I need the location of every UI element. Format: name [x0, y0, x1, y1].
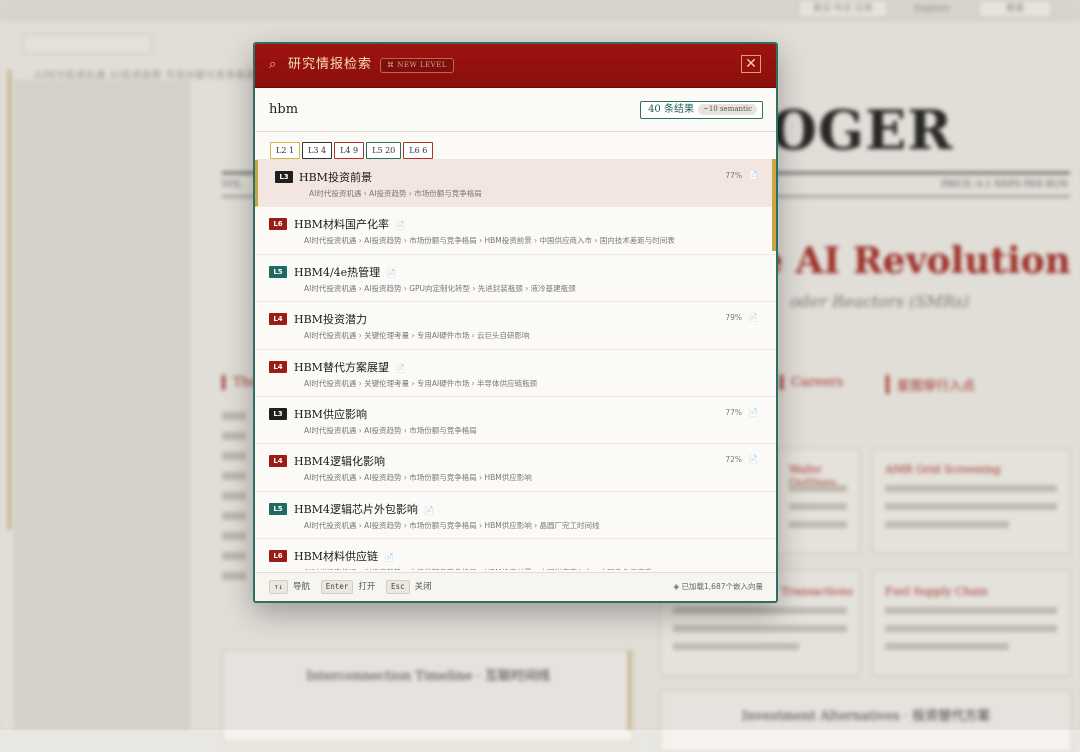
level-badge: L5 [269, 502, 287, 515]
similarity-score-wrap: 72% 📄 [725, 455, 758, 464]
result-title-wrap: HBM4逻辑芯片外包影响 📄 [294, 501, 434, 517]
enter-key: Enter [320, 580, 354, 594]
similarity-score: 77% [725, 407, 743, 417]
modal-footer: ↑↓ 导航 Enter 打开 Esc 关闭 ◈ 已加载1,687个嵌入向量 [255, 572, 776, 601]
result-path: AI时代投资机遇 › 关键伦理考量 › 专用AI硬件市场 › 云巨头自研影响 [304, 331, 530, 341]
result-row[interactable]: L4 HBM替代方案展望 📄 AI时代投资机遇 › 关键伦理考量 › 专用AI硬件市场… [255, 349, 776, 397]
search-icon: ⌕ [269, 57, 277, 72]
level-badge: L6 [269, 218, 287, 231]
result-count: 40 条结果 [648, 104, 694, 115]
result-path: AI时代投资机遇 › AI投资趋势 › 市场份额与竞争格局 [304, 425, 477, 435]
similarity-score: 72% [725, 455, 743, 465]
result-path: AI时代投资机遇 › AI投资趋势 › GPU向定制化转型 › 先进封装瓶颈 ›… [304, 283, 576, 293]
similarity-score: 79% [725, 313, 743, 323]
close-button[interactable]: ✕ [741, 55, 761, 73]
result-title: HBM投资前景 [299, 171, 372, 184]
level-filters: L2 1 L3 4 L4 9 L5 20 L6 6 [270, 138, 435, 159]
result-path: AI时代投资机遇 › AI投资趋势 › 市场份额与竞争格局 › HBM供应影响 … [304, 520, 600, 530]
result-path: AI时代投资机遇 › AI投资趋势 › 市场份额与竞争格局 › HBM投资前景 … [304, 236, 675, 246]
document-icon: 📄 [386, 268, 397, 278]
result-title: HBM投资潜力 [294, 313, 367, 327]
search-bar: 40 条结果~10 semantic [255, 88, 776, 132]
document-icon: 📄 [748, 455, 758, 465]
open-hint: 打开 [358, 582, 376, 592]
result-path: AI时代投资机遇 › AI投资趋势 › 市场份额与竞争格局 [309, 189, 482, 198]
nav-key: ↑↓ [269, 580, 289, 594]
document-icon: 📄 [748, 407, 758, 417]
similarity-score-wrap: 77% 📄 [725, 171, 758, 180]
result-title-wrap: HBM替代方案展望 📄 [294, 359, 405, 375]
semantic-badge: ~10 semantic [697, 104, 757, 115]
result-count-badge: 40 条结果 ~10 semantic [640, 101, 763, 119]
result-row[interactable]: L4 HBM投资潜力 AI时代投资机遇 › 关键伦理考量 › 专用AI硬件市场 › … [255, 302, 776, 350]
esc-key: Esc [386, 580, 410, 594]
embedding-status: ◈ 已加载1,687个嵌入向量 [673, 582, 763, 591]
result-row[interactable]: L6 HBM材料供应链 📄 AI时代投资机遇 › AI投资趋势 › 市场份额与竞争格局… [255, 539, 776, 570]
result-title: HBM供应影响 [294, 407, 367, 421]
shortcut-hints: ↑↓ 导航 Enter 打开 Esc 关闭 [269, 580, 440, 594]
document-icon: 📄 [423, 505, 434, 515]
document-icon: 📄 [383, 553, 394, 563]
result-title-wrap: HBM材料供应链 📄 [294, 548, 394, 564]
modal-header: ⌕ 研究情报检索 ⌘ NEW LEVEL ✕ [255, 44, 776, 88]
results-list[interactable]: L3 HBM投资前景 AI时代投资机遇 › AI投资趋势 › 市场份额与竞争格局 77… [255, 159, 776, 570]
level-badge: L5 [269, 265, 287, 278]
level-badge: L3 [269, 407, 287, 420]
result-title: HBM材料国产化率 [294, 218, 389, 232]
nav-hint: 导航 [293, 582, 311, 592]
result-row[interactable]: L5 HBM4/4e热管理 📄 AI时代投资机遇 › AI投资趋势 › GPU向定制化… [255, 254, 776, 303]
document-icon: 📄 [748, 313, 758, 323]
similarity-score: 77% [725, 171, 743, 180]
result-row[interactable]: L6 HBM材料国产化率 📄 AI时代投资机遇 › AI投资趋势 › 市场份额与竞争格… [255, 207, 776, 255]
similarity-score-wrap: 79% 📄 [725, 313, 758, 322]
result-title-wrap: HBM4/4e热管理 📄 [294, 264, 396, 280]
result-row[interactable]: L3 HBM投资前景 AI时代投资机遇 › AI投资趋势 › 市场份额与竞争格局 77… [255, 160, 776, 208]
result-title-wrap: HBM供应影响 [294, 406, 367, 422]
result-row[interactable]: L3 HBM供应影响 AI时代投资机遇 › AI投资趋势 › 市场份额与竞争格局 77… [255, 396, 776, 445]
result-title-wrap: HBM投资前景 [299, 169, 372, 185]
level-filter-chip[interactable]: L3 4 [302, 142, 333, 159]
level-badge: L4 [269, 313, 287, 326]
mode-badge: ⌘ NEW LEVEL [380, 58, 454, 73]
close-hint: 关闭 [414, 582, 432, 592]
result-row[interactable]: L4 HBM4逻辑化影响 AI时代投资机遇 › AI投资趋势 › 市场份额与竞争格局… [255, 444, 776, 492]
level-badge: L4 [269, 360, 287, 373]
similarity-score-wrap: 77% 📄 [725, 408, 758, 417]
modal-title: 研究情报检索 [288, 57, 373, 72]
result-title: HBM4逻辑芯片外包影响 [294, 502, 418, 516]
result-title-wrap: HBM材料国产化率 📄 [294, 216, 405, 232]
result-path: AI时代投资机遇 › AI投资趋势 › 市场份额与竞争格局 › HBM投资前景 … [304, 567, 652, 570]
result-path: AI时代投资机遇 › 关键伦理考量 › 专用AI硬件市场 › 半导体供应链瓶颈 [304, 378, 537, 388]
document-icon: 📄 [748, 171, 758, 180]
scrollbar-thumb[interactable] [772, 159, 776, 251]
level-badge: L6 [269, 550, 287, 563]
level-filter-chip[interactable]: L6 6 [403, 142, 434, 159]
result-title-wrap: HBM4逻辑化影响 [294, 453, 385, 469]
result-title: HBM材料供应链 [294, 550, 378, 564]
result-path: AI时代投资机遇 › AI投资趋势 › 市场份额与竞争格局 › HBM供应影响 [304, 473, 532, 483]
document-icon: 📄 [394, 363, 405, 373]
result-title: HBM4逻辑化影响 [294, 455, 385, 469]
search-modal: ⌕ 研究情报检索 ⌘ NEW LEVEL ✕ 40 条结果~10 semanti… [253, 42, 778, 603]
result-title: HBM4/4e热管理 [294, 265, 381, 279]
close-icon: ✕ [745, 56, 757, 72]
result-title-wrap: HBM投资潜力 [294, 311, 367, 327]
result-title: HBM替代方案展望 [294, 360, 389, 374]
search-input[interactable] [269, 99, 589, 119]
level-badge: L4 [269, 455, 287, 468]
level-filter-chip[interactable]: L4 9 [334, 142, 365, 159]
level-badge: L3 [275, 171, 293, 183]
level-filter-chip[interactable]: L2 1 [270, 142, 301, 159]
level-filter-chip[interactable]: L5 20 [366, 142, 402, 159]
document-icon: 📄 [394, 221, 405, 231]
result-row[interactable]: L5 HBM4逻辑芯片外包影响 📄 AI时代投资机遇 › AI投资趋势 › 市场份额与… [255, 491, 776, 540]
